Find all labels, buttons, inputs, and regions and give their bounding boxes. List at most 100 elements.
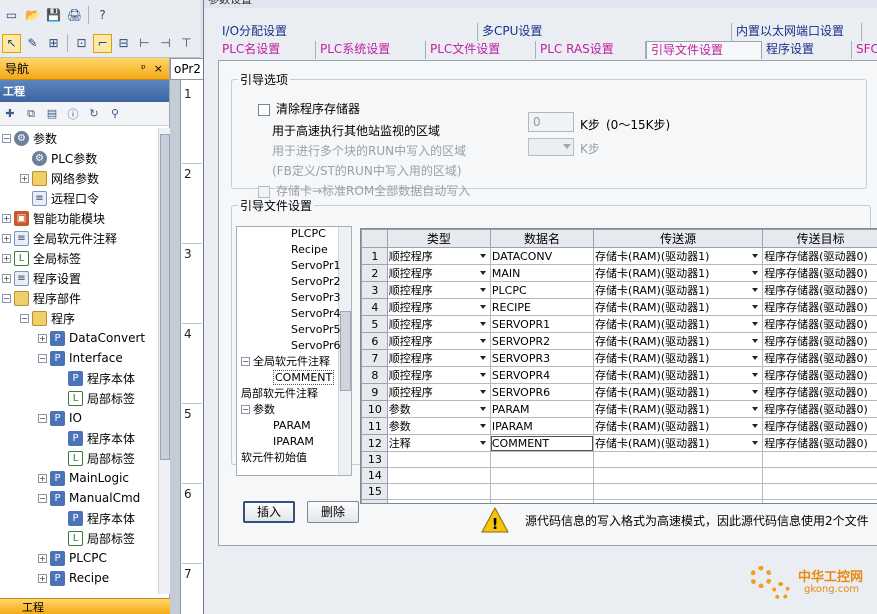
- tree-item[interactable]: + ≡ 全局软元件注释: [2, 228, 117, 248]
- tree-expander[interactable]: +: [38, 553, 47, 563]
- table-row[interactable]: 2 顺控程序 MAIN 存储卡(RAM)(驱动器1) 程序存储器(驱动器0): [361, 264, 877, 282]
- boot-tree-item[interactable]: IPARAM: [259, 433, 314, 449]
- table-row[interactable]: 5 顺控程序 SERVOPR1 存储卡(RAM)(驱动器1) 程序存储器(驱动器0): [361, 315, 877, 333]
- ladder-tool-button-4[interactable]: ⌐: [93, 33, 112, 53]
- table-row[interactable]: 14: [361, 467, 877, 484]
- monitor-area-input[interactable]: 0: [528, 112, 574, 132]
- toolbar-button-3[interactable]: 🖨: [65, 6, 84, 25]
- target-cell[interactable]: [762, 499, 877, 503]
- ladder-tool-button-7[interactable]: ⊣: [156, 34, 175, 53]
- name-cell[interactable]: PLCPC: [489, 281, 595, 299]
- table-row[interactable]: 9 顺控程序 SERVOPR6 存储卡(RAM)(驱动器1) 程序存储器(驱动器0): [361, 383, 877, 401]
- table-row[interactable]: 6 顺控程序 SERVOPR2 存储卡(RAM)(驱动器1) 程序存储器(驱动器0): [361, 332, 877, 350]
- ladder-tool-button-2[interactable]: ⊞: [44, 34, 63, 53]
- source-cell[interactable]: 存储卡(RAM)(驱动器1): [593, 332, 764, 350]
- new-data-icon[interactable]: ✚: [2, 106, 18, 122]
- name-cell[interactable]: SERVOPR1: [489, 315, 595, 333]
- close-icon[interactable]: ×: [154, 62, 163, 75]
- target-cell[interactable]: [762, 467, 877, 484]
- name-cell[interactable]: [489, 467, 595, 484]
- name-cell[interactable]: [489, 483, 595, 500]
- source-cell[interactable]: 存储卡(RAM)(驱动器1): [593, 315, 764, 333]
- boot-tree-item[interactable]: ServoPr5: [277, 321, 340, 337]
- tree-item[interactable]: L 局部标签: [56, 448, 135, 468]
- tree-item[interactable]: P 程序本体: [56, 508, 135, 528]
- tree-item[interactable]: + 网络参数: [20, 168, 99, 188]
- type-cell[interactable]: 注释: [386, 434, 491, 452]
- boot-tree-item[interactable]: PARAM: [259, 417, 311, 433]
- tree-item[interactable]: − ⚙ 参数: [2, 128, 57, 148]
- tab-0[interactable]: I/O分配设置: [218, 23, 478, 41]
- property-icon[interactable]: ⓘ: [65, 106, 81, 122]
- name-cell[interactable]: IPARAM: [489, 417, 595, 435]
- pin-icon[interactable]: ᵖ: [141, 62, 146, 75]
- tree-expander[interactable]: −: [2, 133, 11, 143]
- tree-item[interactable]: + P PLCPC: [38, 548, 107, 568]
- tree-item[interactable]: + P Recipe: [38, 568, 109, 588]
- tree-item[interactable]: − P Interface: [38, 348, 123, 368]
- tree-item[interactable]: L 局部标签: [56, 528, 135, 548]
- tree-expander[interactable]: −: [241, 404, 250, 414]
- toolbar-button-2[interactable]: 💾: [44, 6, 63, 25]
- tree-item[interactable]: − 程序: [20, 308, 75, 328]
- nav-bottom-tab[interactable]: 工程: [0, 598, 170, 614]
- type-cell[interactable]: 顺控程序: [386, 349, 491, 367]
- name-cell[interactable]: SERVOPR2: [489, 332, 595, 350]
- table-row[interactable]: 10 参数 PARAM 存储卡(RAM)(驱动器1) 程序存储器(驱动器0): [361, 400, 877, 418]
- name-cell[interactable]: SERVOPR6: [489, 383, 595, 401]
- target-cell[interactable]: [762, 451, 877, 468]
- type-cell[interactable]: [386, 483, 491, 500]
- name-cell[interactable]: DATACONV: [489, 247, 595, 265]
- filter-icon[interactable]: ⚲: [107, 106, 123, 122]
- source-cell[interactable]: [593, 483, 764, 500]
- ladder-tool-button-3[interactable]: ⊡: [72, 34, 91, 53]
- target-cell[interactable]: 程序存储器(驱动器0): [762, 298, 877, 316]
- tree-item[interactable]: L 局部标签: [56, 388, 135, 408]
- tree-item[interactable]: + ▣ 智能功能模块: [2, 208, 105, 228]
- tree-expander[interactable]: +: [2, 273, 11, 283]
- table-row[interactable]: 7 顺控程序 SERVOPR3 存储卡(RAM)(驱动器1) 程序存储器(驱动器0): [361, 349, 877, 367]
- ladder-tool-button-5[interactable]: ⊟: [114, 34, 133, 53]
- name-cell[interactable]: SERVOPR3: [489, 349, 595, 367]
- source-cell[interactable]: 存储卡(RAM)(驱动器1): [593, 383, 764, 401]
- type-cell[interactable]: 参数: [386, 417, 491, 435]
- type-cell[interactable]: 顺控程序: [386, 247, 491, 265]
- tree-item[interactable]: − 程序部件: [2, 288, 81, 308]
- tree-expander[interactable]: +: [20, 173, 29, 183]
- paste-icon[interactable]: ▤: [44, 106, 60, 122]
- table-row[interactable]: 13: [361, 451, 877, 468]
- tab-row2-5[interactable]: 程序设置: [762, 41, 852, 59]
- target-cell[interactable]: 程序存储器(驱动器0): [762, 400, 877, 418]
- source-cell[interactable]: 存储卡(RAM)(驱动器1): [593, 298, 764, 316]
- type-cell[interactable]: 顺控程序: [386, 298, 491, 316]
- tree-expander[interactable]: −: [241, 356, 250, 366]
- nav-scroll-thumb[interactable]: [160, 134, 170, 460]
- toolbar-button-1[interactable]: 📂: [23, 6, 42, 25]
- tree-item[interactable]: + L 全局标签: [2, 248, 81, 268]
- table-row[interactable]: 3 顺控程序 PLCPC 存储卡(RAM)(驱动器1) 程序存储器(驱动器0): [361, 281, 877, 299]
- source-cell[interactable]: 存储卡(RAM)(驱动器1): [593, 281, 764, 299]
- target-cell[interactable]: 程序存储器(驱动器0): [762, 264, 877, 282]
- ladder-tool-button-8[interactable]: ⊤: [177, 34, 196, 53]
- name-cell[interactable]: RECIPE: [489, 298, 595, 316]
- ladder-tool-button-0[interactable]: ↖: [2, 33, 21, 53]
- boot-tree-item[interactable]: PLCPC: [277, 227, 326, 241]
- tab-row2-4[interactable]: 引导文件设置: [646, 41, 762, 59]
- tree-expander[interactable]: +: [2, 233, 11, 243]
- source-cell[interactable]: 存储卡(RAM)(驱动器1): [593, 366, 764, 384]
- refresh-icon[interactable]: ↻: [86, 106, 102, 122]
- target-cell[interactable]: 程序存储器(驱动器0): [762, 332, 877, 350]
- source-cell[interactable]: 存储卡(RAM)(驱动器1): [593, 417, 764, 435]
- target-cell[interactable]: [762, 483, 877, 500]
- target-cell[interactable]: 程序存储器(驱动器0): [762, 247, 877, 265]
- ladder-tool-button-1[interactable]: ✎: [23, 34, 42, 53]
- tree-item[interactable]: − P ManualCmd: [38, 488, 140, 508]
- boot-tree-item[interactable]: COMMENT: [259, 369, 335, 385]
- table-row[interactable]: 16: [361, 499, 877, 503]
- tab-row2-2[interactable]: PLC文件设置: [426, 41, 536, 59]
- tab-row2-1[interactable]: PLC系统设置: [316, 41, 426, 59]
- tree-expander[interactable]: +: [38, 473, 47, 483]
- name-cell[interactable]: [489, 499, 595, 503]
- target-cell[interactable]: 程序存储器(驱动器0): [762, 417, 877, 435]
- tree-item[interactable]: + P MainLogic: [38, 468, 129, 488]
